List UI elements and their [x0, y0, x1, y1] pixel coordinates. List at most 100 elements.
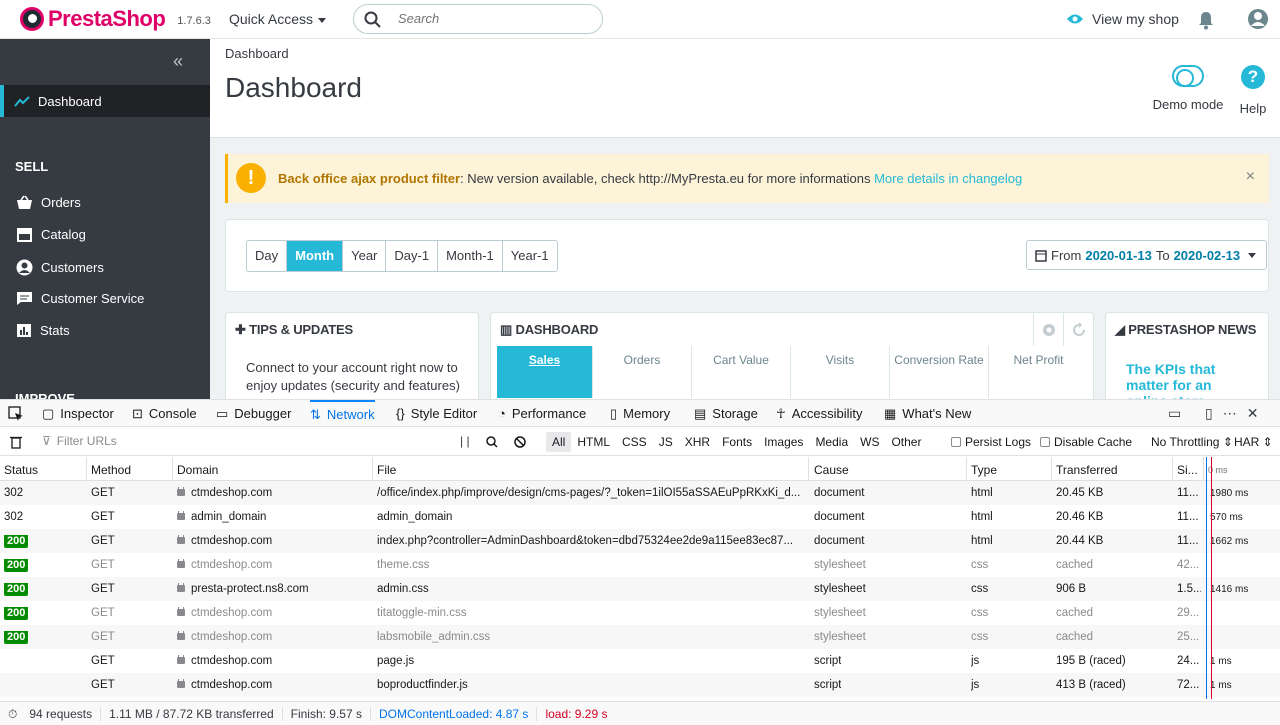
sidebar-item-catalog[interactable]: Catalog [16, 227, 86, 242]
filter-css[interactable]: CSS [616, 432, 653, 452]
block-icon[interactable] [514, 436, 526, 448]
tab-net-profit[interactable]: Net Profit [989, 346, 1088, 398]
tab-whats-new[interactable]: ▦ What's New [884, 400, 971, 427]
prestashop-logo-icon [20, 7, 44, 31]
table-row[interactable]: 302 GET ctmdeshop.com/office/index.php/imp… [0, 481, 1280, 505]
tips-title-text: TIPS & UPDATES [249, 322, 353, 337]
lock-icon [177, 631, 185, 640]
tab-network[interactable]: ⇅ Network [310, 400, 375, 427]
period-year-1-button[interactable]: Year-1 [503, 241, 557, 271]
tab-visits[interactable]: Visits [791, 346, 890, 398]
cell-file: admin_domain [377, 511, 453, 523]
notifications-bell-icon[interactable] [1197, 10, 1215, 30]
cell-method: GET [91, 559, 115, 571]
period-year-button[interactable]: Year [343, 241, 387, 271]
sidebar-item-orders[interactable]: Orders [16, 195, 81, 210]
search-input[interactable] [398, 11, 588, 26]
tab-inspector[interactable]: ▢ Inspector [42, 400, 114, 427]
filter-ws[interactable]: WS [854, 432, 885, 452]
cell-transferred: cached [1056, 631, 1094, 643]
table-row[interactable]: 200 GET ctmdeshop.com index.php?controller=… [0, 529, 1280, 553]
quick-access-dropdown[interactable]: Quick Access [229, 11, 327, 27]
cell-method: GET [91, 655, 115, 667]
cell-transferred: 20.44 KB [1056, 535, 1104, 547]
tab-inspector-label: Inspector [60, 406, 114, 421]
table-row[interactable]: GET ctmdeshop.com page.js script js 195 B (ra… [0, 649, 1280, 673]
table-row[interactable]: 302 GET admin_domain admin_domain document ht… [0, 505, 1280, 529]
stopwatch-icon[interactable]: ⏱ [0, 707, 21, 721]
tab-conversion-rate[interactable]: Conversion Rate [890, 346, 989, 398]
table-row[interactable]: 200 GET ctmdeshop.com theme.css stylesheet cs… [0, 553, 1280, 577]
column-type[interactable]: Type [971, 463, 997, 477]
table-row[interactable]: 200 GET ctmdeshop.com labsmobile_admin.css s… [0, 625, 1280, 649]
search-box[interactable] [353, 4, 603, 34]
refresh-icon[interactable] [1063, 313, 1093, 346]
filter-html[interactable]: HTML [571, 432, 616, 452]
breadcrumb[interactable]: Dashboard [225, 46, 289, 61]
sidebar-item-stats[interactable]: Stats [16, 323, 70, 338]
period-day-button[interactable]: Day [247, 241, 288, 271]
filter-media[interactable]: Media [809, 432, 854, 452]
column-size[interactable]: Si... [1177, 463, 1198, 477]
filter-urls-input[interactable]: ⊽ Filter URLs [42, 434, 117, 448]
tab-accessibility[interactable]: ☥ Accessibility [776, 400, 863, 427]
filter-images[interactable]: Images [758, 432, 809, 452]
sidebar-item-dashboard[interactable]: Dashboard [0, 85, 210, 117]
filter-xhr[interactable]: XHR [679, 432, 716, 452]
filter-other[interactable]: Other [885, 432, 927, 452]
table-row[interactable]: GET ctmdeshop.com boproductfinder.js script… [0, 673, 1280, 697]
more-options-icon[interactable]: ⋯ [1223, 405, 1237, 422]
column-status[interactable]: Status [4, 463, 38, 477]
persist-logs-checkbox[interactable]: Persist Logs [951, 435, 1031, 449]
column-cause[interactable]: Cause [814, 463, 849, 477]
table-row[interactable]: 200 GET ctmdeshop.com titatoggle-min.css sty… [0, 601, 1280, 625]
sidebar-item-customers[interactable]: Customers [16, 259, 104, 276]
column-transferred[interactable]: Transferred [1056, 463, 1118, 477]
cell-timing: 1662 ms [1210, 536, 1249, 547]
close-icon[interactable]: × [1246, 168, 1255, 186]
throttling-select[interactable]: No Throttling ⇕ [1151, 435, 1233, 449]
close-devtools-icon[interactable]: ✕ [1247, 405, 1259, 422]
split-console-icon[interactable]: ▭ [1168, 405, 1181, 422]
user-account-icon[interactable] [1247, 8, 1269, 30]
changelog-link[interactable]: More details in changelog [874, 171, 1022, 186]
tab-console[interactable]: ⊡ Console [132, 400, 197, 427]
sidebar-item-customer-service[interactable]: Customer Service [16, 291, 144, 306]
tab-debugger[interactable]: ▭ Debugger [216, 400, 291, 427]
date-range-picker[interactable]: From 2020-01-13 To 2020-02-13 [1026, 240, 1268, 270]
har-menu[interactable]: HAR ⇕ [1234, 435, 1273, 449]
responsive-mode-icon[interactable]: ▯ [1205, 405, 1213, 422]
tab-orders[interactable]: Orders [593, 346, 692, 398]
trash-icon[interactable] [10, 435, 22, 449]
column-method[interactable]: Method [91, 463, 131, 477]
tab-style-editor[interactable]: {} Style Editor [396, 400, 477, 427]
element-picker-icon[interactable] [8, 406, 24, 422]
prestashop-logo[interactable]: PrestaShop 1.7.6.3 [20, 6, 211, 32]
memory-icon: ▯ [610, 405, 618, 421]
configure-gear-icon[interactable] [1033, 313, 1063, 346]
disable-cache-checkbox[interactable]: Disable Cache [1040, 435, 1132, 449]
demo-mode-toggle[interactable]: Demo mode [1152, 65, 1224, 112]
collapse-sidebar-icon[interactable]: « [173, 51, 183, 72]
search-icon[interactable] [486, 436, 498, 448]
column-domain[interactable]: Domain [177, 463, 218, 477]
toggle-icon [1172, 65, 1204, 87]
news-headline-link[interactable]: The KPIs that matter for an online store [1126, 361, 1256, 399]
column-file[interactable]: File [377, 463, 396, 477]
tab-sales[interactable]: Sales [497, 346, 593, 398]
period-month-1-button[interactable]: Month-1 [438, 241, 503, 271]
filter-fonts[interactable]: Fonts [716, 432, 758, 452]
filter-js[interactable]: JS [653, 432, 679, 452]
filter-all[interactable]: All [546, 432, 572, 452]
period-month-button[interactable]: Month [287, 241, 344, 271]
tab-memory[interactable]: ▯ Memory [610, 400, 670, 427]
tab-cart-value[interactable]: Cart Value [692, 346, 791, 398]
sidebar-item-label: Dashboard [38, 93, 102, 109]
period-day-1-button[interactable]: Day-1 [386, 241, 439, 271]
tab-performance[interactable]: ◔ Performance [498, 400, 586, 427]
pause-icon[interactable]: | | [460, 434, 470, 448]
help-button[interactable]: ? Help [1238, 65, 1268, 116]
view-my-shop-link[interactable]: View my shop [1066, 11, 1179, 27]
tab-storage[interactable]: ▤ Storage [694, 400, 758, 427]
table-row[interactable]: 200 GET presta-protect.ns8.com admin.css sty… [0, 577, 1280, 601]
